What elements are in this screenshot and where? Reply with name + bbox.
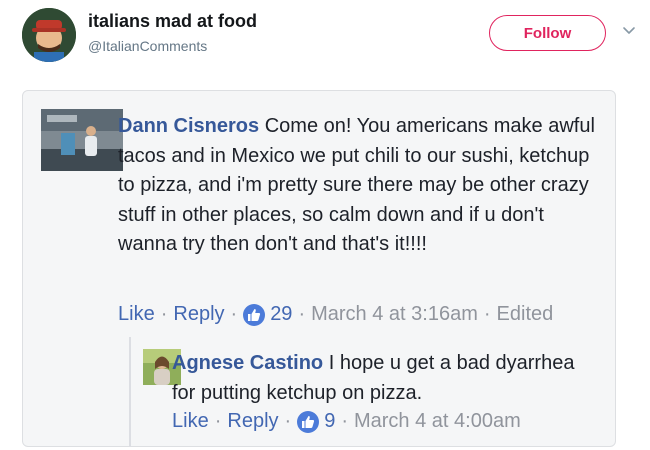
user-handle[interactable]: @ItalianComments — [88, 38, 207, 54]
comment-body: Dann Cisneros Come on! You americans mak… — [118, 112, 608, 260]
reply-timestamp[interactable]: March 4 at 4:00am — [354, 410, 521, 433]
reply-body: Agnese Castino I hope u get a bad dyarrh… — [172, 349, 592, 408]
embedded-comment-card: Dann Cisneros Come on! You americans mak… — [22, 90, 616, 447]
reply-thread-line — [129, 337, 131, 447]
edited-label: Edited — [496, 303, 554, 325]
like-link[interactable]: Like — [118, 303, 155, 326]
thumbs-up-icon[interactable] — [243, 303, 266, 326]
comment-timestamp[interactable]: March 4 at 3:16am — [311, 303, 478, 326]
thumbs-up-icon[interactable] — [297, 410, 320, 433]
separator: · — [284, 410, 292, 432]
comment-actions: Like · Reply · 29 · March 4 at 3:16am · … — [118, 303, 553, 326]
separator: · — [483, 303, 491, 325]
comment-author[interactable]: Dann Cisneros — [118, 115, 259, 137]
separator: · — [214, 410, 222, 432]
separator: · — [298, 303, 306, 325]
reply-like-count[interactable]: 9 — [324, 410, 335, 433]
follow-button[interactable]: Follow — [489, 15, 606, 51]
reply-like-link[interactable]: Like — [172, 410, 209, 433]
display-name[interactable]: italians mad at food — [88, 11, 257, 32]
profile-avatar[interactable] — [22, 8, 76, 62]
separator: · — [160, 303, 168, 325]
commenter-avatar[interactable] — [41, 109, 123, 171]
reply-author[interactable]: Agnese Castino — [172, 352, 323, 374]
separator: · — [341, 410, 348, 432]
tweet-header: italians mad at food @ItalianComments Fo… — [0, 0, 650, 80]
separator: · — [230, 303, 238, 325]
reply-actions: Like · Reply · 9 · March 4 at 4:00am — [172, 410, 521, 433]
reply-link[interactable]: Reply — [173, 303, 224, 326]
chevron-down-icon[interactable] — [622, 24, 636, 38]
reply-reply-link[interactable]: Reply — [227, 410, 278, 433]
like-count[interactable]: 29 — [270, 303, 292, 326]
